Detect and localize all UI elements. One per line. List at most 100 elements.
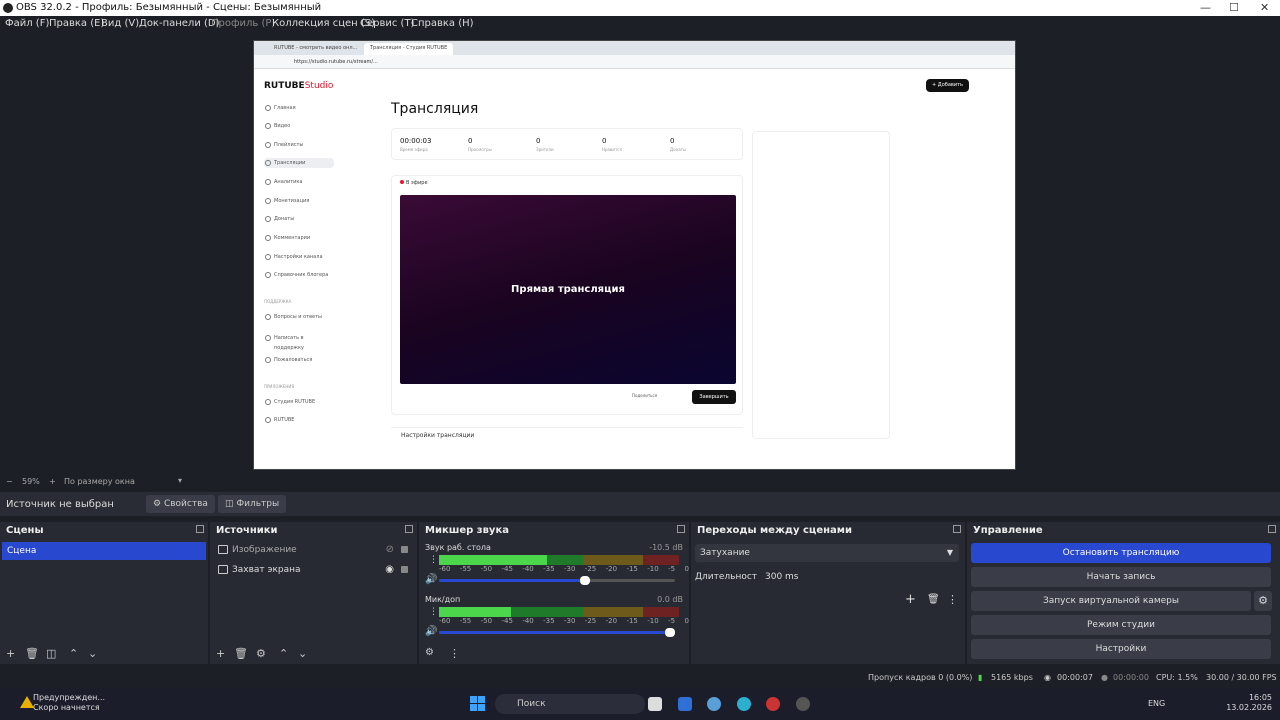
speaker-icon[interactable]: 🔊	[425, 626, 437, 637]
menu-docks[interactable]: Док-панели (D)	[139, 18, 220, 29]
rutube-nav-item: Студия RUTUBE	[264, 397, 334, 407]
rutube-logo: RUTUBEStudio	[264, 81, 334, 91]
gear-icon[interactable]: ⚙	[1254, 591, 1272, 611]
windows-start-icon[interactable]	[470, 696, 485, 711]
clock[interactable]: 16:05 13.02.2026	[1226, 693, 1272, 713]
meter-tick-label: -55	[459, 565, 472, 573]
trash-icon[interactable]: 🗑	[25, 647, 39, 660]
meter-tick-label: -15	[626, 565, 638, 573]
stream-time: 00:00:07	[1057, 673, 1093, 682]
speaker-icon[interactable]: 🔊	[425, 574, 437, 585]
rutube-nav-item: Справочник блогера	[264, 270, 334, 280]
eye-icon[interactable]: ◉	[385, 561, 394, 579]
meter-tick-label: -45	[501, 565, 513, 573]
virtual-camera-button[interactable]: Запуск виртуальной камеры	[971, 591, 1251, 611]
stat-views: 0 Просмотры	[468, 137, 492, 152]
cpu-usage: CPU: 1.5%	[1156, 673, 1198, 682]
menu-profile[interactable]: Профиль (P)	[211, 18, 275, 29]
zoom-mode[interactable]: По размеру окна	[64, 477, 135, 486]
trash-icon[interactable]: 🗑	[927, 594, 940, 605]
volume-slider[interactable]	[439, 576, 675, 585]
chevron-down-icon[interactable]: ▾	[178, 476, 182, 485]
maximize-icon[interactable]: ☐	[1229, 1, 1239, 14]
language-indicator[interactable]: ENG	[1148, 699, 1165, 708]
stat-time: 00:00:03 Время эфира	[400, 137, 432, 152]
record-time: 00:00:00	[1113, 673, 1149, 682]
filters-button[interactable]: ◫ Фильтры	[218, 495, 287, 513]
stop-stream-button[interactable]: Остановить трансляцию	[971, 543, 1271, 563]
app-icon[interactable]	[766, 697, 780, 711]
os-taskbar: Предупрежден... Скоро начнется Поиск ENG …	[0, 688, 1280, 720]
source-row[interactable]: Захват экрана ◉	[218, 561, 408, 579]
steam-icon[interactable]	[707, 697, 721, 711]
add-icon[interactable]: +	[216, 647, 225, 660]
url-text: https://studio.rutube.ru/stream/...	[294, 59, 378, 65]
obs-taskbar-icon[interactable]	[796, 697, 810, 711]
gear-icon[interactable]: ⚙	[256, 647, 266, 660]
rutube-nav-item: Написать в поддержку	[264, 333, 334, 351]
menu-view[interactable]: Вид (V)	[101, 18, 139, 29]
zoom-out-icon[interactable]: −	[6, 477, 13, 486]
meter-tick-label: -25	[584, 565, 597, 573]
sources-title: Источники	[216, 525, 278, 536]
add-icon[interactable]: +	[905, 592, 916, 607]
lock-icon[interactable]	[401, 566, 408, 573]
dock-float-icon[interactable]	[196, 525, 204, 533]
menu-tools[interactable]: Сервис (T)	[360, 18, 414, 29]
zoom-in-icon[interactable]: +	[49, 477, 56, 486]
dock-float-icon[interactable]	[405, 525, 413, 533]
lock-icon[interactable]	[401, 546, 408, 553]
controls-title: Управление	[973, 525, 1043, 536]
share-button: Поделиться	[632, 393, 658, 398]
dock-float-icon[interactable]	[953, 525, 961, 533]
edge-icon[interactable]	[737, 697, 751, 711]
mixer-settings-icon[interactable]: ⚙	[425, 647, 434, 658]
filter-icon[interactable]: ◫	[46, 647, 56, 660]
chat-panel	[752, 131, 890, 439]
menu-edit[interactable]: Правка (E)	[49, 18, 104, 29]
settings-button[interactable]: Настройки	[971, 639, 1271, 659]
meter-tick-label: -45	[501, 617, 513, 625]
menu-dots-icon[interactable]: ⋮	[429, 607, 438, 617]
menu-dots-icon[interactable]: ⋮	[429, 555, 438, 565]
menu-dots-icon[interactable]: ⋮	[449, 647, 460, 660]
close-icon[interactable]: ✕	[1260, 1, 1269, 14]
duration-label: Длительность	[695, 572, 763, 582]
rutube-nav-item: Видео	[264, 121, 334, 131]
minimize-icon[interactable]: —	[1200, 1, 1211, 14]
down-icon[interactable]: ⌄	[88, 647, 97, 660]
down-icon[interactable]: ⌄	[298, 647, 307, 660]
store-icon[interactable]	[678, 697, 692, 711]
up-icon[interactable]: ⌃	[69, 647, 78, 660]
rutube-nav-item: Главная	[264, 103, 334, 113]
scenes-title: Сцены	[6, 525, 44, 536]
notification-text[interactable]: Предупрежден... Скоро начнется	[33, 693, 105, 713]
preview-capture: RUTUBE - смотреть видео онл... Трансляци…	[253, 40, 1016, 470]
properties-button[interactable]: ⚙ Свойства	[146, 495, 215, 513]
transitions-dock: Переходы между сценами Затухание ▼ Длител…	[691, 522, 965, 664]
stream-stats: 00:00:03 Время эфира 0 Просмотры 0 Зрители …	[391, 128, 743, 160]
menu-dots-icon[interactable]: ⋮	[947, 593, 958, 606]
warning-icon	[20, 696, 34, 708]
eye-hidden-icon[interactable]: ⊘	[386, 541, 394, 559]
transition-select[interactable]: Затухание ▼	[695, 544, 959, 562]
meter-tick-label: -50	[480, 565, 493, 573]
add-icon[interactable]: +	[6, 647, 15, 660]
trash-icon[interactable]: 🗑	[234, 647, 248, 660]
volume-slider[interactable]	[439, 628, 675, 637]
duration-field[interactable]: 300 ms	[757, 568, 959, 586]
stat-likes: 0 Нравится	[602, 137, 622, 152]
dock-float-icon[interactable]	[677, 525, 685, 533]
dock-float-icon[interactable]	[1268, 525, 1276, 533]
taskbar-search[interactable]: Поиск	[495, 694, 645, 714]
bitrate: 5165 kbps	[991, 673, 1033, 682]
up-icon[interactable]: ⌃	[279, 647, 288, 660]
source-row[interactable]: Изображение ⊘	[218, 541, 408, 559]
menu-file[interactable]: Файл (F)	[5, 18, 49, 29]
studio-mode-button[interactable]: Режим студии	[971, 615, 1271, 635]
file-icon[interactable]	[648, 697, 662, 711]
transitions-title: Переходы между сценами	[697, 525, 852, 536]
menu-help[interactable]: Справка (H)	[411, 18, 474, 29]
start-recording-button[interactable]: Начать запись	[971, 567, 1271, 587]
scene-item[interactable]: Сцена	[2, 542, 206, 560]
